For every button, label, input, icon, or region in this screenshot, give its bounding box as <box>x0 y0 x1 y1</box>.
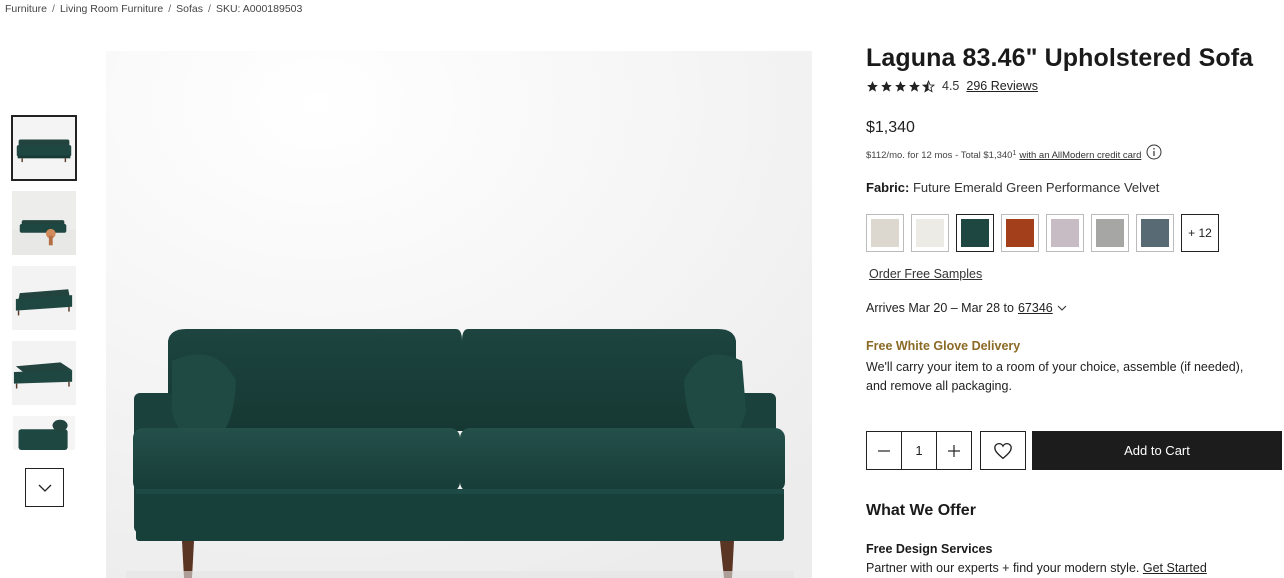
quantity-stepper: 1 <box>866 431 972 470</box>
swatch-grey[interactable] <box>1091 214 1129 252</box>
sofa-side-thumbnail-image <box>12 341 76 405</box>
star-rating <box>866 79 935 93</box>
breadcrumb-sofas[interactable]: Sofas <box>176 3 203 15</box>
fabric-selection-label: Fabric: Future Emerald Green Performance… <box>866 180 1278 195</box>
breadcrumb-sku: SKU: A000189503 <box>215 3 303 15</box>
rating-row: 4.5 296 Reviews <box>866 79 1278 93</box>
zip-code-link[interactable]: 67346 <box>1018 301 1053 315</box>
free-design-services-title: Free Design Services <box>866 542 993 556</box>
product-title: Laguna 83.46" Upholstered Sofa <box>866 44 1254 72</box>
star-half-icon <box>922 79 935 93</box>
rating-value: 4.5 <box>942 79 960 93</box>
add-to-cart-button[interactable]: Add to Cart <box>1032 431 1282 470</box>
order-free-samples-link[interactable]: Order Free Samples <box>869 267 982 281</box>
financing-footnote: 1 <box>1012 149 1017 157</box>
thumbnails-scroll-down-button[interactable] <box>25 468 64 507</box>
swatch-ivory[interactable] <box>911 214 949 252</box>
swatch-rust[interactable] <box>1001 214 1039 252</box>
sofa-arm-thumbnail-image <box>12 416 76 450</box>
financing-text: $112/mo. for 12 mos - Total $1,340 <box>866 149 1013 161</box>
delivery-description: We'll carry your item to a room of your … <box>866 360 1244 393</box>
star-filled-icon <box>881 80 892 92</box>
thumbnail-front-view[interactable] <box>11 115 77 181</box>
arrives-text: Arrives Mar 20 – Mar 28 to <box>866 301 1014 315</box>
breadcrumb-separator: / <box>52 3 55 15</box>
sofa-angled-thumbnail-image <box>12 266 76 330</box>
chevron-down-icon[interactable] <box>1057 305 1067 311</box>
breadcrumb-furniture[interactable]: Furniture <box>5 3 47 15</box>
financing-info: $112/mo. for 12 mos - Total $1,340 1 wit… <box>866 144 1278 163</box>
swatch-emerald-green[interactable] <box>956 214 994 252</box>
breadcrumb-separator: / <box>208 3 211 15</box>
fabric-swatches: + 12 <box>866 214 1278 252</box>
star-filled-icon <box>895 80 906 92</box>
breadcrumb: Furniture / Living Room Furniture / Sofa… <box>5 3 302 15</box>
add-to-favorites-button[interactable] <box>980 431 1026 470</box>
thumbnail-list <box>11 115 79 460</box>
delivery-estimate: Arrives Mar 20 – Mar 28 to 67346 <box>866 301 1278 315</box>
chevron-down-icon <box>38 484 51 492</box>
more-swatches-button[interactable]: + 12 <box>1181 214 1219 252</box>
star-filled-icon <box>867 80 878 92</box>
decrease-quantity-button[interactable] <box>867 432 901 469</box>
plus-icon <box>948 444 960 457</box>
reviews-link[interactable]: 296 Reviews <box>966 79 1038 93</box>
thumbnail-side-angle-view[interactable] <box>11 340 77 406</box>
get-started-link[interactable]: Get Started <box>1143 561 1207 575</box>
swatch-slate-blue[interactable] <box>1136 214 1174 252</box>
heart-icon <box>994 442 1012 459</box>
breadcrumb-separator: / <box>168 3 172 15</box>
what-we-offer-heading: What We Offer <box>866 502 976 519</box>
breadcrumb-living-room-furniture[interactable]: Living Room Furniture <box>60 3 163 15</box>
add-to-cart-row: 1 Add to Cart <box>866 431 1282 470</box>
thumbnail-styled-room-view[interactable] <box>11 190 77 256</box>
minus-icon <box>878 449 890 452</box>
fabric-label: Fabric: <box>866 180 910 195</box>
fabric-value: Future Emerald Green Performance Velvet <box>912 180 1160 195</box>
credit-card-link[interactable]: with an AllModern credit card <box>1019 150 1141 161</box>
sofa-thumbnail-image <box>13 117 75 179</box>
design-services-description: Partner with our experts + find your mod… <box>866 561 1140 575</box>
swatch-oatmeal[interactable] <box>866 214 904 252</box>
quantity-input[interactable]: 1 <box>901 432 937 469</box>
sofa-room-thumbnail-image <box>12 191 76 255</box>
product-info-panel: Laguna 83.46" Upholstered Sofa 4.5 296 R… <box>866 44 1278 396</box>
thumbnail-arm-detail-view[interactable] <box>11 415 77 451</box>
product-price: $1,340 <box>866 119 915 136</box>
free-design-services-text: Partner with our experts + find your mod… <box>866 561 1207 575</box>
thumbnail-angled-view[interactable] <box>11 265 77 331</box>
increase-quantity-button[interactable] <box>937 432 971 469</box>
main-product-image[interactable] <box>106 51 812 578</box>
delivery-title: Free White Glove Delivery <box>866 339 1021 353</box>
swatch-lavender-grey[interactable] <box>1046 214 1084 252</box>
star-filled-icon <box>909 80 920 92</box>
sofa-main-image <box>106 51 812 578</box>
info-icon[interactable] <box>1146 144 1162 160</box>
